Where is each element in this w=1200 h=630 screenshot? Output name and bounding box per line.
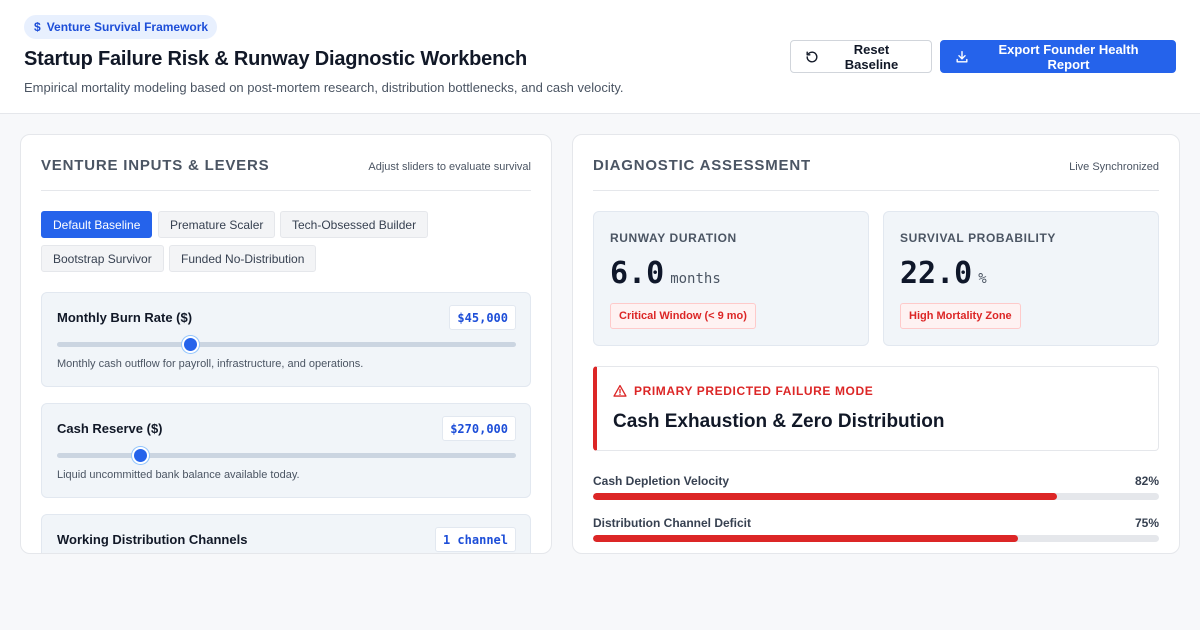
distribution-deficit-percent: 75% bbox=[1134, 516, 1159, 530]
distribution-deficit-bar-fill bbox=[593, 535, 1018, 542]
warning-icon bbox=[613, 384, 627, 397]
inputs-panel-note: Adjust sliders to evaluate survival bbox=[368, 161, 531, 173]
preset-premature-scaler[interactable]: Premature Scaler bbox=[158, 211, 276, 238]
cash-reserve-label: Cash Reserve ($) bbox=[57, 421, 163, 436]
cash-depletion-bar-fill bbox=[593, 493, 1058, 500]
distribution-deficit-bar bbox=[593, 535, 1159, 542]
diagnostic-panel: Diagnostic Assessment Live Synchronized … bbox=[572, 134, 1180, 554]
survival-value-row: 22.0 % bbox=[900, 256, 987, 291]
cash-reserve-slider-thumb[interactable] bbox=[131, 447, 149, 464]
page-title: Startup Failure Risk & Runway Diagnostic… bbox=[24, 48, 528, 70]
distribution-channels-lever: Working Distribution Channels 1 channel bbox=[41, 514, 531, 553]
burn-rate-label: Monthly Burn Rate ($) bbox=[57, 310, 193, 325]
reset-baseline-button[interactable]: Reset Baseline bbox=[790, 40, 932, 73]
cash-reserve-lever: Cash Reserve ($) $270,000 Liquid uncommi… bbox=[41, 403, 531, 498]
cash-depletion-label: Cash Depletion Velocity bbox=[593, 474, 730, 488]
cash-reserve-slider[interactable] bbox=[57, 447, 516, 464]
reset-icon bbox=[806, 50, 818, 62]
preset-funded-no-distribution[interactable]: Funded No-Distribution bbox=[169, 245, 317, 272]
runway-card: Runway Duration 6.0 months Critical Wind… bbox=[593, 211, 869, 346]
diagnostic-panel-title: Diagnostic Assessment bbox=[593, 157, 811, 174]
export-report-label: Export Founder Health Report bbox=[998, 41, 1139, 72]
preset-default-baseline[interactable]: Default Baseline bbox=[41, 211, 153, 238]
burn-rate-help: Monthly cash outflow for payroll, infras… bbox=[57, 358, 364, 370]
survival-status-badge: High Mortality Zone bbox=[900, 303, 1021, 329]
diagnostic-panel-header: Diagnostic Assessment Live Synchronized bbox=[593, 135, 1159, 191]
framework-badge: $ Venture Survival Framework bbox=[24, 15, 218, 39]
cash-depletion-percent: 82% bbox=[1134, 474, 1159, 488]
distribution-channels-label: Working Distribution Channels bbox=[57, 532, 248, 547]
burn-rate-value: $45,000 bbox=[449, 305, 516, 330]
inputs-panel-header: Venture Inputs & Levers Adjust sliders t… bbox=[41, 135, 531, 191]
cash-depletion-factor: Cash Depletion Velocity 82% bbox=[593, 471, 1159, 503]
distribution-deficit-factor: Distribution Channel Deficit 75% bbox=[593, 513, 1159, 545]
badge-label: Venture Survival Framework bbox=[46, 20, 209, 34]
distribution-deficit-label: Distribution Channel Deficit bbox=[593, 516, 752, 530]
cash-reserve-value: $270,000 bbox=[442, 416, 516, 441]
runway-label: Runway Duration bbox=[610, 231, 737, 245]
failure-mode-kicker: Primary Predicted Failure Mode bbox=[613, 384, 873, 398]
page-header: $ Venture Survival Framework Startup Fai… bbox=[0, 0, 1200, 114]
survival-unit: % bbox=[978, 271, 987, 287]
cash-reserve-help: Liquid uncommitted bank balance availabl… bbox=[57, 469, 300, 481]
cash-depletion-bar bbox=[593, 493, 1159, 500]
venture-inputs-panel: Venture Inputs & Levers Adjust sliders t… bbox=[20, 134, 552, 554]
survival-label: Survival Probability bbox=[900, 231, 1057, 245]
export-report-button[interactable]: Export Founder Health Report bbox=[940, 40, 1176, 73]
runway-value-row: 6.0 months bbox=[610, 256, 721, 291]
preset-bootstrap-survivor[interactable]: Bootstrap Survivor bbox=[41, 245, 164, 272]
burn-rate-slider-thumb[interactable] bbox=[182, 336, 200, 353]
failure-mode-card: Primary Predicted Failure Mode Cash Exha… bbox=[593, 366, 1159, 451]
runway-status-badge: Critical Window (< 9 mo) bbox=[610, 303, 756, 329]
dollar-icon: $ bbox=[34, 20, 41, 34]
runway-value: 6.0 bbox=[610, 256, 665, 291]
failure-mode-title: Cash Exhaustion & Zero Distribution bbox=[613, 411, 945, 432]
preset-tech-obsessed-builder[interactable]: Tech-Obsessed Builder bbox=[280, 211, 429, 238]
survival-card: Survival Probability 22.0 % High Mortali… bbox=[883, 211, 1159, 346]
download-icon bbox=[956, 50, 968, 63]
inputs-panel-title: Venture Inputs & Levers bbox=[41, 157, 270, 174]
live-sync-note: Live Synchronized bbox=[1069, 161, 1159, 173]
distribution-channels-value: 1 channel bbox=[434, 527, 516, 552]
failure-mode-kicker-text: Primary Predicted Failure Mode bbox=[634, 384, 874, 398]
reset-baseline-label: Reset Baseline bbox=[844, 41, 899, 72]
survival-value: 22.0 bbox=[900, 256, 973, 291]
burn-rate-slider[interactable] bbox=[57, 336, 516, 353]
burn-rate-lever: Monthly Burn Rate ($) $45,000 Monthly ca… bbox=[41, 292, 531, 387]
page-subtitle: Empirical mortality modeling based on po… bbox=[24, 80, 624, 95]
runway-unit: months bbox=[670, 271, 721, 287]
